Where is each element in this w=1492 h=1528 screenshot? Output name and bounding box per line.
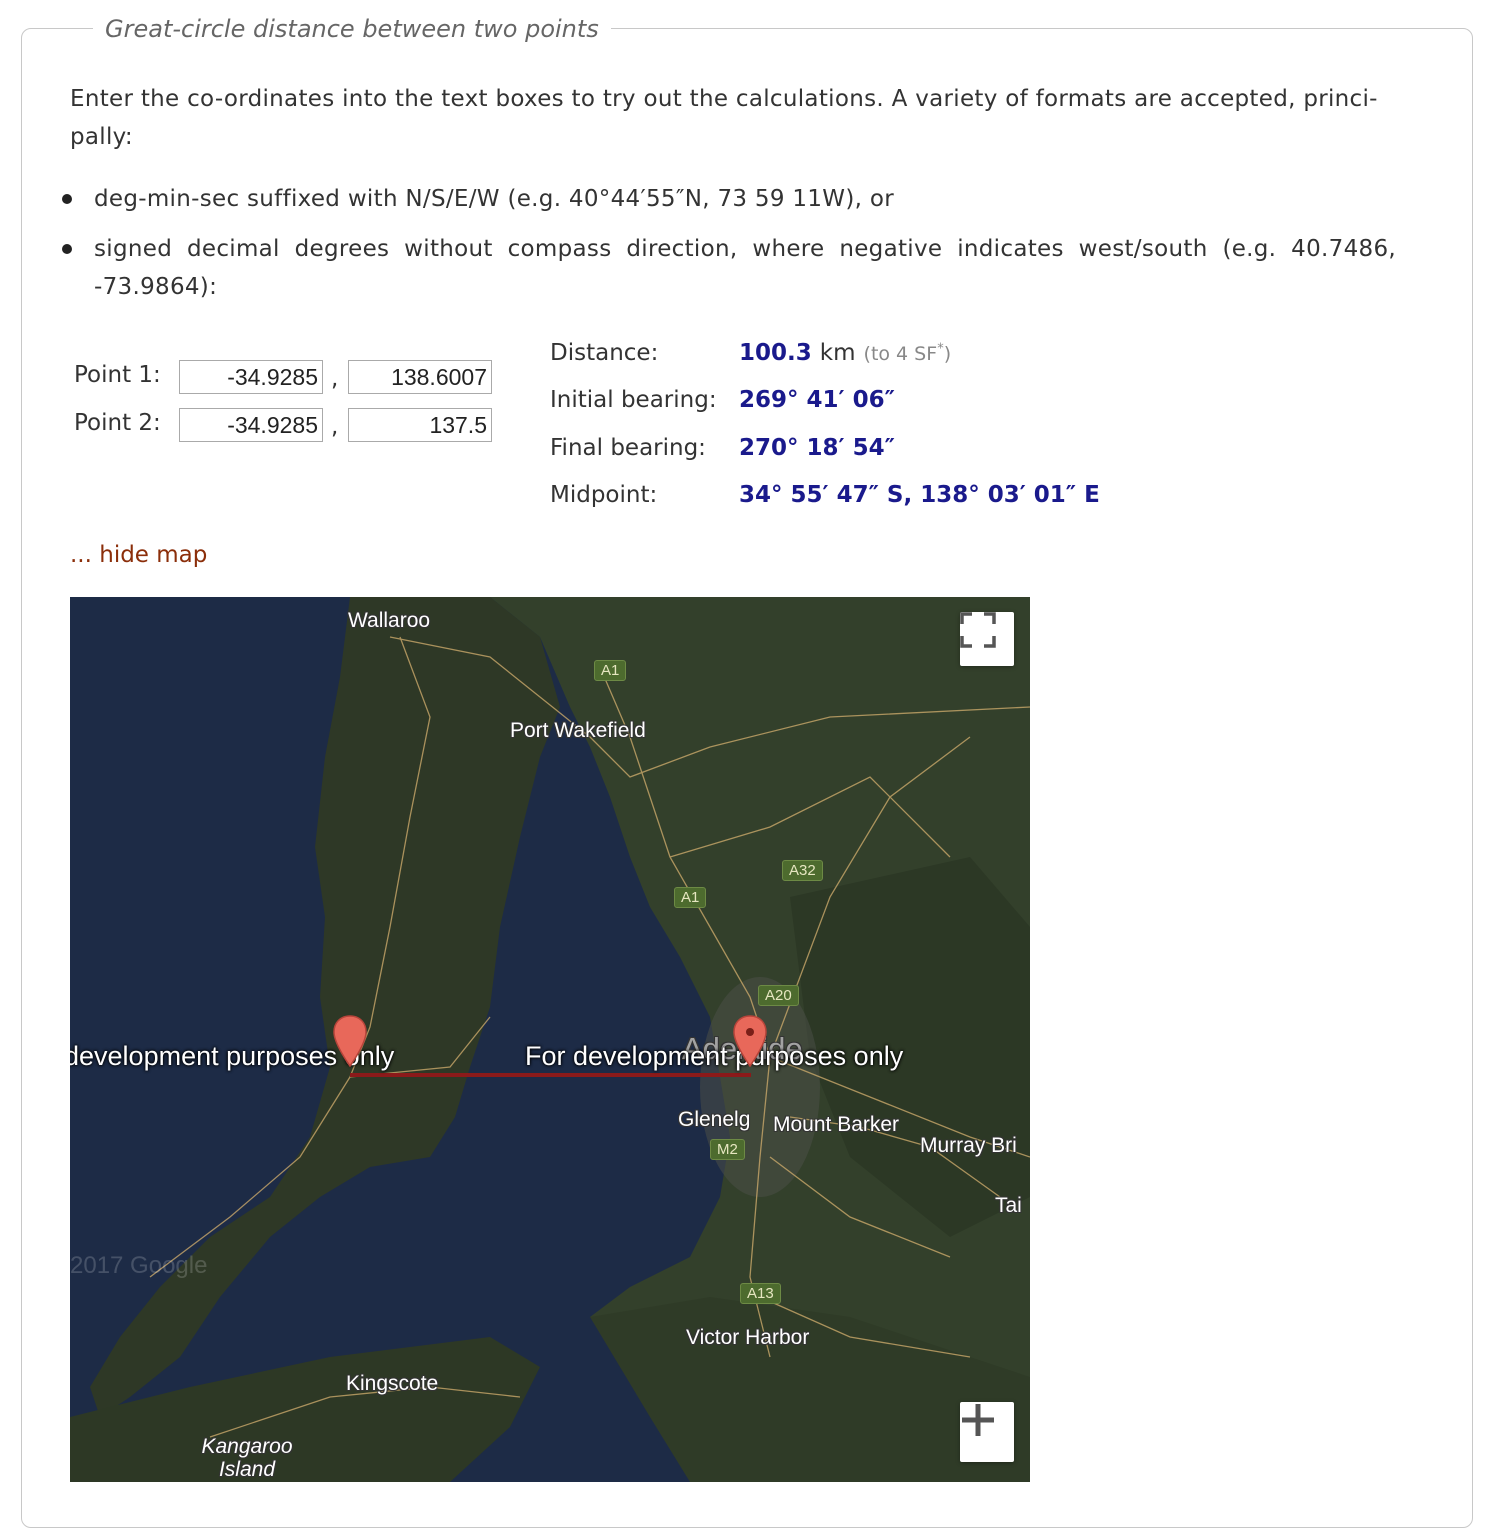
point1-lat-input[interactable] bbox=[179, 360, 323, 394]
initial-bearing-value: 269° 41′ 06″ bbox=[739, 387, 895, 413]
map-marker-icon[interactable] bbox=[332, 1015, 368, 1067]
final-bearing-value: 270° 18′ 54″ bbox=[739, 435, 895, 461]
comma-separator: , bbox=[331, 366, 339, 392]
map-view[interactable]: Wallaroo Port Wakefield Adelaide Glenelg… bbox=[70, 597, 1030, 1482]
format-decimal: signed decimal degrees without compass d… bbox=[94, 236, 1396, 300]
zoom-in-button[interactable] bbox=[960, 1402, 1014, 1462]
map-marker-icon[interactable] bbox=[732, 1015, 768, 1067]
road-shield-a13: A13 bbox=[740, 1283, 781, 1304]
precision-note-close: ) bbox=[943, 343, 952, 365]
midpoint-value: 34° 55′ 47″ S, 138° 03′ 01″ E bbox=[739, 482, 1100, 508]
point2-label: Point 2: bbox=[74, 410, 161, 436]
point1-lon-input[interactable] bbox=[348, 360, 492, 394]
place-tailem: Tai bbox=[995, 1194, 1022, 1217]
distance-unit: km bbox=[819, 340, 856, 366]
format-list: deg-min-sec suffixed with N/S/E/W (e.g. … bbox=[56, 180, 1416, 318]
intro-paragraph: Enter the co-ordinates into the text box… bbox=[70, 86, 1378, 150]
precision-note-text: (to 4 SF bbox=[863, 343, 938, 365]
road-shield-a1: A1 bbox=[594, 660, 627, 681]
road-shield-a20: A20 bbox=[758, 985, 799, 1006]
format-dms: deg-min-sec suffixed with N/S/E/W (e.g. … bbox=[94, 186, 894, 212]
bullet-icon bbox=[62, 194, 72, 204]
fieldset-legend: Great-circle distance between two points bbox=[93, 12, 611, 46]
fullscreen-button[interactable] bbox=[960, 612, 1014, 666]
road-shield-a1: A1 bbox=[674, 887, 707, 908]
dev-watermark-right: For development purposes only bbox=[525, 1041, 904, 1071]
bullet-icon bbox=[62, 244, 72, 254]
point2-lon-input[interactable] bbox=[348, 408, 492, 442]
place-wallaroo: Wallaroo bbox=[348, 609, 431, 632]
midpoint-label: Midpoint: bbox=[550, 482, 658, 508]
point1-row: Point 1: , bbox=[74, 360, 504, 394]
plus-icon bbox=[962, 1404, 994, 1436]
list-item: signed decimal degrees without compass d… bbox=[56, 230, 1416, 306]
fullscreen-icon bbox=[960, 612, 996, 648]
road-shield-a32: A32 bbox=[782, 860, 823, 881]
list-item: deg-min-sec suffixed with N/S/E/W (e.g. … bbox=[56, 180, 1416, 218]
point1-label: Point 1: bbox=[74, 362, 161, 388]
place-kingscote: Kingscote bbox=[346, 1372, 439, 1395]
final-bearing-label: Final bearing: bbox=[550, 435, 706, 461]
place-kangaroo-island: Kangaroo Island bbox=[201, 1435, 293, 1481]
point2-row: Point 2: , bbox=[74, 408, 504, 442]
place-glenelg: Glenelg bbox=[678, 1108, 751, 1131]
place-mount-barker: Mount Barker bbox=[773, 1113, 900, 1136]
initial-bearing-label: Initial bearing: bbox=[550, 387, 717, 413]
place-victor-harbor: Victor Harbor bbox=[686, 1326, 810, 1349]
map-watermark: 2017 Google bbox=[70, 1252, 208, 1279]
hide-map-link[interactable]: ... hide map bbox=[70, 542, 207, 568]
distance-value: 100.3 bbox=[739, 340, 812, 366]
precision-note: (to 4 SF*) bbox=[863, 342, 952, 365]
distance-output: 100.3 km (to 4 SF*) bbox=[739, 340, 951, 366]
comma-separator: , bbox=[331, 414, 339, 440]
place-murray-bridge: Murray Bri bbox=[920, 1134, 1017, 1157]
road-shield-m2: M2 bbox=[710, 1139, 745, 1160]
point2-lat-input[interactable] bbox=[179, 408, 323, 442]
place-port-wakefield: Port Wakefield bbox=[510, 719, 646, 742]
distance-label: Distance: bbox=[550, 340, 659, 366]
